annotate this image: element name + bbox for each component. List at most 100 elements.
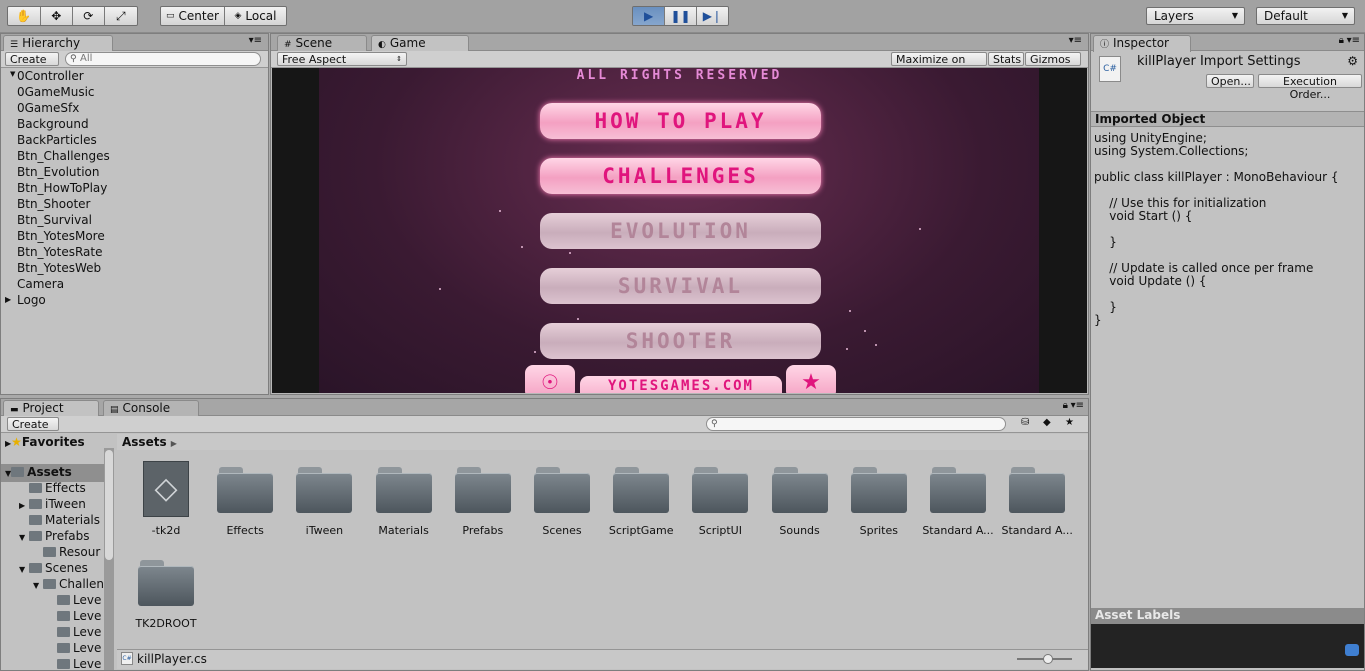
icon-size-slider-thumb[interactable] (1043, 654, 1053, 664)
asset-item[interactable]: Prefabs (443, 451, 523, 543)
asset-label: Sprites (859, 524, 898, 537)
scale-tool-icon[interactable]: ⤢ (104, 7, 137, 25)
collapse-arrow-icon[interactable]: ▼ (33, 578, 43, 594)
asset-item[interactable]: Scenes (522, 451, 602, 543)
hierarchy-item[interactable]: Btn_YotesWeb (17, 260, 101, 276)
aspect-dropdown[interactable]: Free Aspect ⇕ (277, 52, 407, 66)
chevron-updown-icon: ⇕ (396, 55, 402, 63)
pause-icon[interactable]: ❚❚ (665, 7, 697, 25)
hierarchy-search-input[interactable]: ⚲ All (65, 52, 261, 66)
breadcrumb-assets[interactable]: Assets (122, 435, 167, 449)
pivot-center-button[interactable]: ▭ Center (161, 7, 225, 25)
hierarchy-item[interactable]: Camera (17, 276, 64, 292)
hand-tool-icon[interactable]: ✋ (8, 7, 41, 25)
tree-scrollbar[interactable] (104, 448, 114, 670)
tree-item[interactable]: Leve (47, 592, 101, 608)
asset-item[interactable]: Sounds (760, 451, 840, 543)
project-search-input[interactable]: ⚲ (706, 417, 1006, 431)
gizmos-dropdown[interactable]: Gizmos ▼ (1025, 52, 1081, 78)
asset-item[interactable]: TK2DROOT (126, 544, 206, 636)
game-canvas[interactable]: ALL RIGHTS RESERVED HOW TO PLAY CHALLENG… (272, 68, 1087, 393)
asset-item[interactable]: Standard A... (918, 451, 998, 543)
tab-console[interactable]: ▤ Console (103, 400, 199, 416)
layers-dropdown[interactable]: Layers ▼ (1146, 7, 1245, 25)
filter-type-icon[interactable]: ⛁ (1021, 417, 1029, 428)
maximize-on-play-toggle[interactable]: Maximize on Play (891, 52, 987, 79)
star-particle (846, 348, 848, 350)
icon-size-slider[interactable] (1017, 654, 1072, 664)
hierarchy-item[interactable]: Btn_HowToPlay (17, 180, 107, 196)
hierarchy-item[interactable]: Btn_YotesMore (17, 228, 105, 244)
tab-hierarchy[interactable]: ☰ Hierarchy (3, 35, 113, 52)
collapse-arrow-icon[interactable]: ▼ (19, 530, 29, 546)
hierarchy-item[interactable]: Btn_Shooter (17, 196, 90, 212)
tree-item[interactable]: Leve (47, 608, 101, 624)
tree-item[interactable]: Leve (47, 624, 101, 640)
lock-icon[interactable]: 🔒︎ (1339, 35, 1344, 46)
execution-order-button[interactable]: Execution Order... (1258, 74, 1362, 101)
tree-scrollbar-thumb[interactable] (105, 450, 113, 560)
favorite-star-icon[interactable]: ★ (1065, 417, 1074, 428)
evolution-button[interactable]: EVOLUTION (540, 213, 821, 249)
asset-item[interactable]: iTween (284, 451, 364, 543)
code-line: void Start () { (1094, 209, 1193, 223)
tab-project[interactable]: ▬ Project (3, 400, 99, 417)
pivot-local-button[interactable]: ◈ Local (224, 7, 286, 25)
panel-menu-icon[interactable]: ▾≡ (249, 35, 262, 46)
hierarchy-create-button[interactable]: Create ▼ (5, 52, 59, 78)
asset-item[interactable]: Standard A... (997, 451, 1077, 543)
survival-button[interactable]: SURVIVAL (540, 268, 821, 304)
challenges-button[interactable]: CHALLENGES (540, 158, 821, 194)
shooter-button[interactable]: SHOOTER (540, 323, 821, 359)
hierarchy-item[interactable]: Btn_Challenges (17, 148, 110, 164)
chevron-down-icon: ▼ (10, 70, 16, 78)
asset-item[interactable]: Sprites (839, 451, 919, 543)
asset-item[interactable]: Materials (364, 451, 444, 543)
tree-item[interactable]: Resour (33, 544, 100, 560)
play-icon[interactable]: ▶ (633, 7, 666, 25)
hierarchy-item[interactable]: 0GameSfx (17, 100, 79, 116)
hierarchy-item[interactable]: Btn_Survival (17, 212, 92, 228)
asset-item[interactable]: ScriptUI (680, 451, 760, 543)
tree-item[interactable]: Leve (47, 640, 101, 656)
hierarchy-item[interactable]: Background (17, 116, 89, 132)
asset-item[interactable]: ScriptGame (601, 451, 681, 543)
asset-item[interactable]: Effects (205, 451, 285, 543)
labels-tag-icon[interactable] (1345, 644, 1359, 656)
rotate-tool-icon[interactable]: ⟳ (73, 7, 105, 25)
tree-item-label: Leve (73, 593, 102, 607)
gear-icon[interactable]: ⚙ (1347, 54, 1358, 68)
yotes-web-button[interactable]: YOTESGAMES.COM (580, 376, 782, 393)
tree-item[interactable]: Effects (19, 480, 86, 496)
hierarchy-item[interactable]: Btn_YotesRate (17, 244, 102, 260)
expand-arrow-icon[interactable]: ▶ (5, 292, 11, 308)
panel-menu-icon[interactable]: ▾≡ (1071, 400, 1084, 411)
move-tool-icon[interactable]: ✥ (40, 7, 73, 25)
collapse-arrow-icon[interactable]: ▼ (19, 562, 29, 578)
lock-icon[interactable]: 🔒︎ (1063, 400, 1068, 411)
tree-item[interactable]: Materials (19, 512, 100, 528)
hierarchy-item[interactable]: BackParticles (17, 132, 97, 148)
layout-dropdown[interactable]: Default ▼ (1256, 7, 1355, 25)
hierarchy-item[interactable]: 0GameMusic (17, 84, 95, 100)
open-button[interactable]: Open... (1206, 74, 1254, 88)
filter-label-icon[interactable]: ◆ (1043, 417, 1051, 428)
hierarchy-item[interactable]: 0Controller (17, 68, 84, 84)
hierarchy-item[interactable]: Btn_Evolution (17, 164, 100, 180)
tree-item[interactable]: Leve (47, 656, 101, 670)
asset-item[interactable]: ◇ -tk2d (126, 451, 206, 543)
stats-toggle[interactable]: Stats (988, 52, 1024, 66)
favorites-node[interactable]: ▶★Favorites (5, 434, 85, 452)
tab-inspector[interactable]: ⓘ Inspector (1093, 35, 1191, 52)
tab-game[interactable]: ◐ Game (371, 35, 469, 52)
tab-scene[interactable]: # Scene (277, 35, 367, 51)
step-icon[interactable]: ▶❘ (696, 7, 728, 25)
yotes-rate-star-icon[interactable]: ★ (786, 365, 836, 393)
project-create-button[interactable]: Create ▼ (7, 417, 59, 443)
panel-menu-icon[interactable]: ▾≡ (1069, 35, 1082, 46)
hierarchy-item[interactable]: ▶ Logo (5, 292, 46, 308)
how-to-play-button[interactable]: HOW TO PLAY (540, 103, 821, 139)
panel-menu-icon[interactable]: ▾≡ (1347, 35, 1360, 46)
tree-item-label: Effects (45, 481, 86, 495)
yotes-more-icon[interactable]: ☉ (525, 365, 575, 393)
